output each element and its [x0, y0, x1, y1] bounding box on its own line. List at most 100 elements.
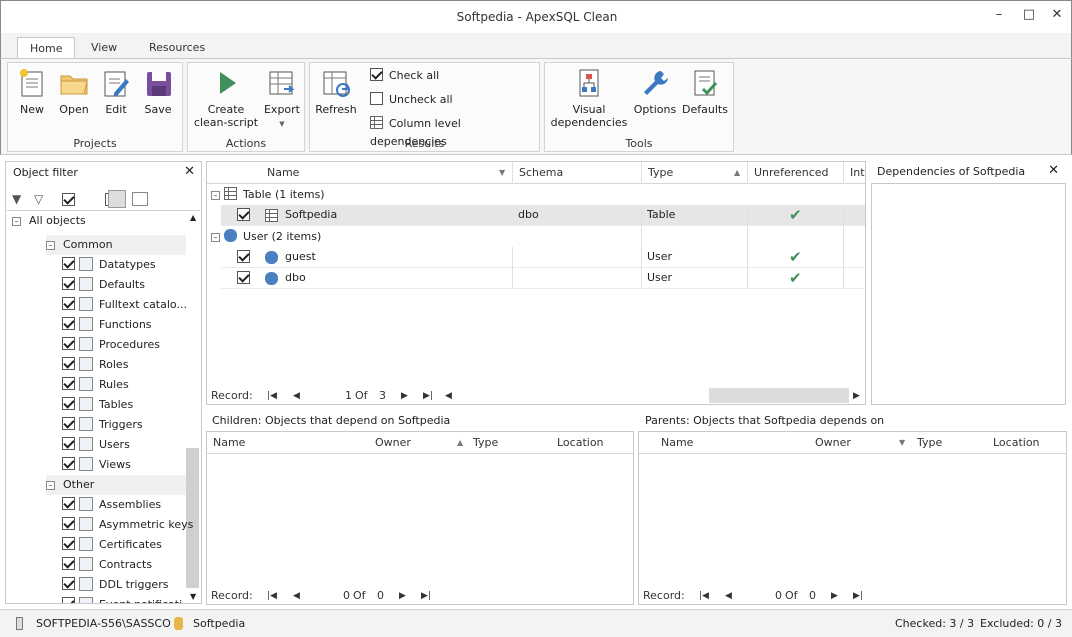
parents-col-type[interactable]: Type — [911, 432, 991, 454]
filter-item-checkbox[interactable] — [62, 497, 75, 510]
col-schema[interactable]: Schema — [512, 162, 640, 184]
new-button[interactable]: New — [14, 67, 50, 116]
col-name[interactable]: Name — [261, 162, 511, 184]
children-col-location[interactable]: Location — [551, 432, 633, 454]
filter-item[interactable]: Asymmetric keys — [62, 515, 193, 535]
check-all-button[interactable]: Check all — [370, 67, 439, 87]
table-row[interactable]: dbo User ✔ — [221, 268, 865, 289]
first-record-icon[interactable]: |◀ — [699, 591, 709, 601]
table-row[interactable]: Softpedia dbo Table ✔ — [221, 205, 865, 226]
filter-item-checkbox[interactable] — [62, 317, 75, 330]
col-inte[interactable]: Inte — [843, 162, 865, 184]
export-button[interactable]: Export ▼ — [262, 67, 302, 131]
collapse-common-icon[interactable]: – — [46, 241, 55, 250]
options-button[interactable]: Options — [633, 67, 677, 116]
first-record-icon[interactable]: |◀ — [267, 591, 277, 601]
filter-item[interactable]: Functions — [62, 315, 152, 335]
tree-group-common[interactable]: – Common — [46, 235, 186, 255]
filter-item[interactable]: Procedures — [62, 335, 160, 355]
tab-view[interactable]: View — [79, 37, 129, 59]
parents-col-location[interactable]: Location — [987, 432, 1065, 454]
row-checkbox[interactable] — [237, 271, 250, 284]
scroll-up-icon[interactable]: ▲ — [190, 213, 196, 222]
close-button[interactable]: ✕ — [1043, 7, 1071, 29]
children-col-type[interactable]: Type — [467, 432, 549, 454]
uncheck-all-button[interactable]: Uncheck all — [370, 91, 453, 111]
row-checkbox[interactable] — [237, 250, 250, 263]
first-record-icon[interactable]: |◀ — [267, 391, 277, 401]
filter-item-checkbox[interactable] — [62, 417, 75, 430]
filter-item[interactable]: Users — [62, 435, 130, 455]
object-filter-close-icon[interactable]: ✕ — [184, 164, 195, 179]
row-checkbox[interactable] — [237, 208, 250, 221]
parents-col-owner[interactable]: Owner — [809, 432, 899, 454]
filter-item-checkbox[interactable] — [62, 337, 75, 350]
filter-icon[interactable]: ▼ — [12, 192, 21, 206]
prev-record-icon[interactable]: ◀ — [293, 591, 300, 601]
filter-item-checkbox[interactable] — [62, 397, 75, 410]
last-record-icon[interactable]: ▶| — [421, 591, 431, 601]
filter-item-checkbox[interactable] — [62, 297, 75, 310]
save-button[interactable]: Save — [140, 67, 176, 116]
tab-home[interactable]: Home — [17, 37, 76, 59]
scroll-left-icon[interactable]: ◀ — [445, 391, 452, 401]
column-level-dependencies-button[interactable]: Column level dependencies — [370, 115, 539, 148]
collapse-other-icon[interactable]: – — [46, 481, 55, 490]
last-record-icon[interactable]: ▶| — [423, 391, 433, 401]
group-table-collapse-icon[interactable]: – — [211, 191, 220, 200]
col-unreferenced[interactable]: Unreferenced — [747, 162, 845, 184]
filter-item-checkbox[interactable] — [62, 437, 75, 450]
filter-item[interactable]: Assemblies — [62, 495, 161, 515]
dependencies-close-icon[interactable]: ✕ — [1048, 163, 1059, 178]
filter-item-checkbox[interactable] — [62, 517, 75, 530]
type-sort-icon[interactable]: ▲ — [734, 162, 740, 184]
filter-item-checkbox[interactable] — [62, 557, 75, 570]
owner-sort-icon[interactable]: ▲ — [457, 432, 463, 454]
group-user-collapse-icon[interactable]: – — [211, 233, 220, 242]
minimize-button[interactable]: – — [985, 7, 1013, 29]
filter-item[interactable]: Triggers — [62, 415, 143, 435]
defaults-button[interactable]: Defaults — [681, 67, 729, 116]
filter-item-checkbox[interactable] — [62, 377, 75, 390]
name-filter-icon[interactable]: ▼ — [499, 162, 505, 184]
next-record-icon[interactable]: ▶ — [399, 591, 406, 601]
horizontal-scrollbar-thumb[interactable] — [709, 388, 849, 403]
col-type[interactable]: Type — [641, 162, 747, 184]
edit-button[interactable]: Edit — [98, 67, 134, 116]
group-table-row[interactable]: – Table (1 items) — [211, 185, 325, 205]
filter-item[interactable]: Defaults — [62, 275, 145, 295]
children-col-owner[interactable]: Owner — [369, 432, 469, 454]
filter-item-checkbox[interactable] — [62, 457, 75, 470]
detail-view-icon[interactable] — [132, 192, 148, 206]
filter-item-checkbox[interactable] — [62, 577, 75, 590]
dependencies-canvas[interactable] — [871, 183, 1066, 405]
filter-item-checkbox[interactable] — [62, 257, 75, 270]
owner-filter-icon[interactable]: ▼ — [899, 432, 905, 454]
tree-root-all-objects[interactable]: – All objects — [12, 211, 86, 231]
parents-col-name[interactable]: Name — [655, 432, 805, 454]
maximize-button[interactable]: □ — [1015, 7, 1043, 29]
collapse-icon[interactable]: – — [12, 217, 21, 226]
filter-item-checkbox[interactable] — [62, 277, 75, 290]
filter-item[interactable]: Fulltext catalo... — [62, 295, 187, 315]
check-all-filter-icon[interactable] — [62, 193, 75, 206]
group-user-row[interactable]: – User (2 items) — [211, 227, 321, 247]
filter-item[interactable]: Event notificati... — [62, 595, 193, 603]
filter-item[interactable]: Tables — [62, 395, 133, 415]
filter-item-checkbox[interactable] — [62, 357, 75, 370]
tab-resources[interactable]: Resources — [137, 37, 217, 59]
filter-clear-icon[interactable]: ▽ — [34, 192, 43, 206]
filter-item[interactable]: Datatypes — [62, 255, 156, 275]
tree-group-other[interactable]: – Other — [46, 475, 186, 495]
filter-item[interactable]: Views — [62, 455, 131, 475]
list-view-icon[interactable] — [108, 190, 126, 208]
last-record-icon[interactable]: ▶| — [853, 591, 863, 601]
filter-item[interactable]: DDL triggers — [62, 575, 168, 595]
filter-item-checkbox[interactable] — [62, 597, 75, 603]
filter-item-checkbox[interactable] — [62, 537, 75, 550]
filter-item[interactable]: Roles — [62, 355, 128, 375]
prev-record-icon[interactable]: ◀ — [725, 591, 732, 601]
create-clean-script-button[interactable]: Create clean-script — [192, 67, 260, 129]
next-record-icon[interactable]: ▶ — [401, 391, 408, 401]
export-dropdown-icon[interactable]: ▼ — [279, 120, 284, 128]
